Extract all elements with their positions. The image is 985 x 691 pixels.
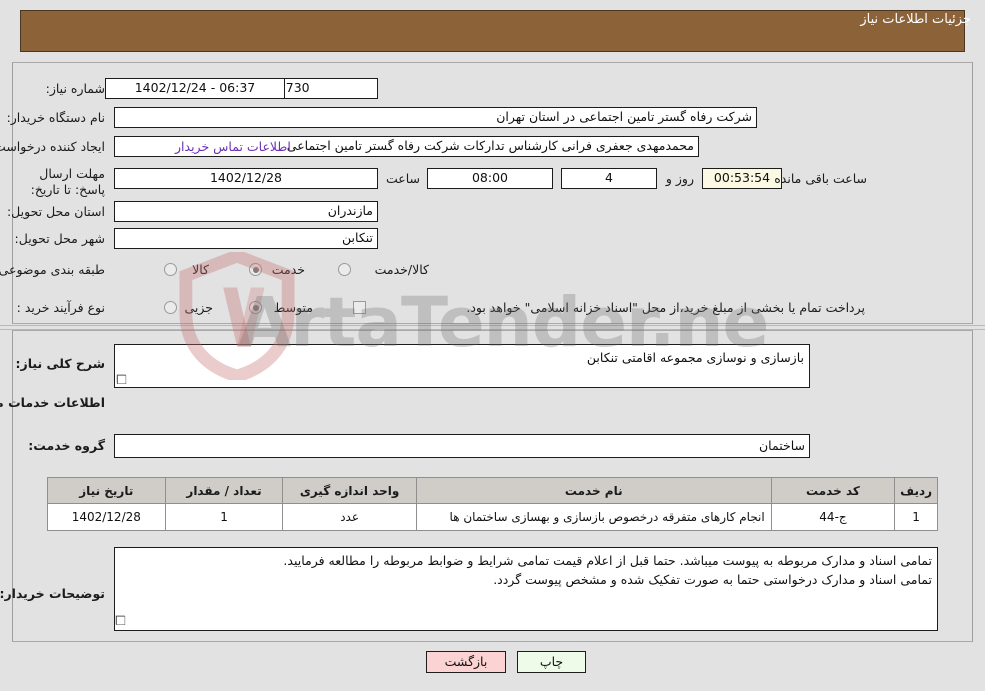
radio-category-kala[interactable] xyxy=(164,263,177,276)
general-desc-textarea[interactable]: بازسازی و نوسازی مجموعه اقامتی تنکابن xyxy=(114,344,810,388)
table-header-row: ردیف کد خدمت نام خدمت واحد اندازه گیری ت… xyxy=(47,477,938,504)
announce-datetime-value: 06:37 - 1402/12/24 xyxy=(105,78,285,99)
delivery-city-label: شهر محل تحویل: xyxy=(14,231,105,246)
buyer-org-label: نام دستگاه خریدار: xyxy=(6,110,105,125)
radio-process-motevaset-label[interactable]: متوسط xyxy=(274,300,313,316)
back-button[interactable]: بازگشت xyxy=(426,651,506,673)
need-number-label: شماره نیاز: xyxy=(45,81,105,96)
countdown-value: 00:53:54 xyxy=(702,168,782,189)
print-button[interactable]: چاپ xyxy=(517,651,586,673)
buyer-org-value: شرکت رفاه گستر تامین اجتماعی در استان ته… xyxy=(114,107,757,128)
radio-process-motevaset[interactable] xyxy=(249,301,262,314)
th-unit: واحد اندازه گیری xyxy=(282,477,417,504)
services-table: ردیف کد خدمت نام خدمت واحد اندازه گیری ت… xyxy=(47,477,938,531)
requester-label: ایجاد کننده درخواست: xyxy=(0,139,105,154)
remaining-days-value: 4 xyxy=(561,168,657,189)
need-info-panel xyxy=(12,62,973,324)
buyer-notes-line-2: تمامی اسناد و مدارک درخواستی حتما به صور… xyxy=(493,572,932,587)
buyer-notes-line-1: تمامی اسناد و مدارک مربوطه به پیوست میبا… xyxy=(283,553,932,568)
radio-category-khedmat[interactable] xyxy=(249,263,262,276)
radio-process-jozi[interactable] xyxy=(164,301,177,314)
general-desc-label: شرح کلی نیاز: xyxy=(15,356,105,371)
buyer-notes-textarea[interactable]: تمامی اسناد و مدارک مربوطه به پیوست میبا… xyxy=(114,547,938,631)
radio-category-kala-khedmat[interactable] xyxy=(338,263,351,276)
delivery-province-value: مازندران xyxy=(114,201,378,222)
resize-grip-icon[interactable]: ❒ xyxy=(116,373,127,387)
remaining-days-suffix-label: روز و xyxy=(665,171,694,186)
th-row-no: ردیف xyxy=(894,477,938,504)
th-service-code: کد خدمت xyxy=(770,477,896,504)
th-quantity: تعداد / مقدار xyxy=(164,477,284,504)
treasury-bonds-label[interactable]: پرداخت تمام یا بخشی از مبلغ خرید،از محل … xyxy=(466,300,865,316)
process-type-label: نوع فرآیند خرید : xyxy=(16,300,105,315)
radio-category-kala-khedmat-label[interactable]: کالا/خدمت xyxy=(375,262,429,278)
services-section-title: اطلاعات خدمات مورد نیاز xyxy=(0,395,105,410)
deadline-hour-value: 08:00 xyxy=(427,168,553,189)
countdown-suffix-label: ساعت باقی مانده xyxy=(774,171,867,186)
th-need-date: تاریخ نیاز xyxy=(47,477,166,504)
radio-category-kala-label[interactable]: کالا xyxy=(192,262,209,278)
delivery-province-label: استان محل تحویل: xyxy=(6,204,105,219)
deadline-date-value: 1402/12/28 xyxy=(114,168,378,189)
cell-row-no: 1 xyxy=(894,503,938,531)
radio-category-khedmat-label[interactable]: خدمت xyxy=(272,262,305,278)
cell-unit: عدد xyxy=(282,503,417,531)
service-group-value: ساختمان xyxy=(114,434,810,458)
treasury-bonds-checkbox[interactable] xyxy=(353,301,366,314)
page-header-bar xyxy=(20,10,965,52)
buyer-notes-label: توضیحات خریدار: xyxy=(0,586,105,601)
radio-process-jozi-label[interactable]: جزیی xyxy=(184,300,213,316)
page-title: جزئیات اطلاعات نیاز xyxy=(860,12,971,27)
delivery-city-value: تنکابن xyxy=(114,228,378,249)
buyer-contact-link[interactable]: اطلاعات تماس خریدار xyxy=(175,139,291,155)
cell-need-date: 1402/12/28 xyxy=(47,503,166,531)
service-group-label: گروه خدمت: xyxy=(28,438,105,453)
page-root: جزئیات اطلاعات نیاز شماره نیاز: 11020942… xyxy=(0,0,985,691)
table-row: 1 ج-44 انجام کارهای متفرقه درخصوص بازساز… xyxy=(47,503,938,531)
deadline-label: مهلت ارسال پاسخ: تا تاریخ: xyxy=(30,166,105,197)
cell-quantity: 1 xyxy=(164,503,284,531)
category-label: طبقه بندی موضوعی: xyxy=(0,262,105,277)
notes-resize-grip-icon[interactable]: ❒ xyxy=(115,614,126,628)
cell-service-name: انجام کارهای متفرقه درخصوص بازسازی و بهس… xyxy=(415,503,772,531)
deadline-hour-label: ساعت xyxy=(385,171,420,186)
section-divider-1 xyxy=(0,325,985,326)
cell-service-code: ج-44 xyxy=(770,503,896,531)
th-service-name: نام خدمت xyxy=(415,477,772,504)
